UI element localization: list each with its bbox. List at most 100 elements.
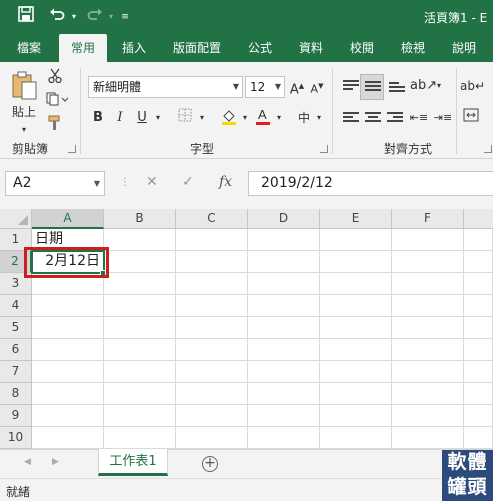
grid-cell[interactable] (464, 229, 493, 251)
grid-cell[interactable] (176, 427, 248, 449)
row-header-10[interactable]: 10 (0, 427, 32, 449)
tab-formulas[interactable]: 公式 (240, 34, 280, 62)
grid-cell[interactable] (248, 405, 320, 427)
formula-input[interactable]: 2019/2/12 (248, 171, 493, 196)
format-painter-icon[interactable] (44, 115, 66, 137)
grid-cell[interactable] (464, 317, 493, 339)
bottom-align-icon[interactable] (386, 76, 408, 98)
tab-view[interactable]: 檢視 (393, 34, 433, 62)
grid-cell[interactable] (32, 405, 104, 427)
paste-dropdown-icon[interactable]: ▾ (14, 120, 34, 142)
italic-button[interactable]: I (110, 108, 130, 130)
grid-cell[interactable] (464, 251, 493, 273)
worksheet-grid[interactable]: A B C D E F 1 2 3 4 5 6 7 8 9 10 日期 2月12… (0, 209, 493, 449)
grid-cell[interactable] (392, 317, 464, 339)
merge-center-icon[interactable] (460, 108, 482, 130)
clipboard-launcher-icon[interactable] (68, 145, 76, 153)
align-center-icon[interactable] (362, 108, 384, 130)
wrap-text-icon[interactable]: ab↵ (460, 76, 485, 98)
redo-dropdown-icon[interactable]: ▾ (106, 6, 116, 28)
grid-cell[interactable] (104, 251, 176, 273)
align-left-icon[interactable] (340, 108, 362, 130)
grid-cell[interactable] (176, 361, 248, 383)
middle-align-icon[interactable] (360, 74, 384, 100)
grid-cell[interactable] (248, 295, 320, 317)
column-header-d[interactable]: D (248, 209, 320, 229)
grid-cell[interactable] (176, 317, 248, 339)
add-sheet-icon[interactable]: + (202, 456, 218, 472)
grid-cell[interactable] (464, 339, 493, 361)
grid-cell[interactable] (392, 405, 464, 427)
tab-data[interactable]: 資料 (291, 34, 331, 62)
increase-indent-icon[interactable]: ⇥≡ (432, 108, 454, 130)
grid-cell[interactable] (320, 361, 392, 383)
grid-cell[interactable] (320, 251, 392, 273)
phonetic-dropdown-icon[interactable]: ▾ (314, 108, 324, 130)
column-header-f[interactable]: F (392, 209, 464, 229)
tab-review[interactable]: 校閱 (342, 34, 382, 62)
decrease-font-size-icon[interactable]: A▼ (308, 76, 326, 98)
font-size-select[interactable]: 12 ▼ (245, 76, 285, 98)
grid-cell[interactable] (320, 427, 392, 449)
orientation-icon[interactable]: ab↗ (410, 76, 437, 98)
grid-cell[interactable] (248, 383, 320, 405)
grid-cell[interactable] (176, 295, 248, 317)
grid-cell[interactable] (104, 405, 176, 427)
font-launcher-icon[interactable] (320, 145, 328, 153)
grid-cell[interactable] (392, 251, 464, 273)
align-right-icon[interactable] (384, 108, 406, 130)
underline-dropdown-icon[interactable]: ▾ (152, 108, 164, 130)
grid-cell[interactable] (464, 295, 493, 317)
grid-cell[interactable] (392, 295, 464, 317)
insert-function-icon[interactable]: fx (219, 174, 232, 190)
grid-cell[interactable] (464, 383, 493, 405)
grid-cell[interactable] (392, 339, 464, 361)
grid-cell[interactable] (320, 405, 392, 427)
undo-dropdown-icon[interactable]: ▾ (68, 6, 80, 28)
grid-cell[interactable] (248, 229, 320, 251)
enter-icon[interactable]: ✓ (182, 174, 194, 190)
fill-color-dropdown-icon[interactable]: ▾ (240, 108, 250, 130)
grid-cell[interactable] (32, 383, 104, 405)
sheet-tab[interactable]: 工作表1 (98, 449, 168, 476)
grid-cell[interactable] (176, 229, 248, 251)
grid-cell[interactable] (32, 361, 104, 383)
underline-button[interactable]: U (132, 108, 152, 130)
phonetic-guide-icon[interactable]: 中 (294, 108, 314, 130)
grid-cell[interactable] (320, 295, 392, 317)
grid-cell[interactable] (176, 383, 248, 405)
grid-cell[interactable] (104, 383, 176, 405)
grid-cell[interactable] (104, 317, 176, 339)
tab-file[interactable]: 檔案 (8, 34, 50, 62)
cut-icon[interactable] (44, 68, 66, 90)
font-color-icon[interactable]: A (252, 106, 274, 128)
column-header-b[interactable]: B (104, 209, 176, 229)
name-box[interactable]: A2 ▼ (5, 171, 105, 196)
font-color-dropdown-icon[interactable]: ▾ (274, 108, 284, 130)
row-header-6[interactable]: 6 (0, 339, 32, 361)
row-header-8[interactable]: 8 (0, 383, 32, 405)
grid-cell[interactable] (104, 295, 176, 317)
row-header-5[interactable]: 5 (0, 317, 32, 339)
font-name-select[interactable]: 新細明體 ▼ (88, 76, 243, 98)
grid-cell[interactable] (176, 273, 248, 295)
grid-cell[interactable] (320, 229, 392, 251)
grid-cell[interactable] (104, 339, 176, 361)
bold-button[interactable]: B (88, 108, 108, 130)
decrease-indent-icon[interactable]: ⇤≡ (408, 108, 430, 130)
grid-cell[interactable] (176, 251, 248, 273)
cancel-icon[interactable]: ✕ (146, 174, 158, 190)
grid-cell[interactable] (464, 405, 493, 427)
undo-icon[interactable] (46, 6, 68, 28)
grid-cell[interactable] (392, 383, 464, 405)
row-header-7[interactable]: 7 (0, 361, 32, 383)
orientation-dropdown-icon[interactable]: ▾ (434, 76, 444, 98)
grid-cell[interactable] (464, 273, 493, 295)
grid-cell[interactable] (32, 317, 104, 339)
grid-cell[interactable] (104, 273, 176, 295)
grid-cell[interactable] (464, 427, 493, 449)
grid-cell[interactable] (392, 273, 464, 295)
copy-icon[interactable] (44, 92, 72, 114)
grid-cell[interactable] (320, 339, 392, 361)
grid-cell[interactable] (248, 427, 320, 449)
